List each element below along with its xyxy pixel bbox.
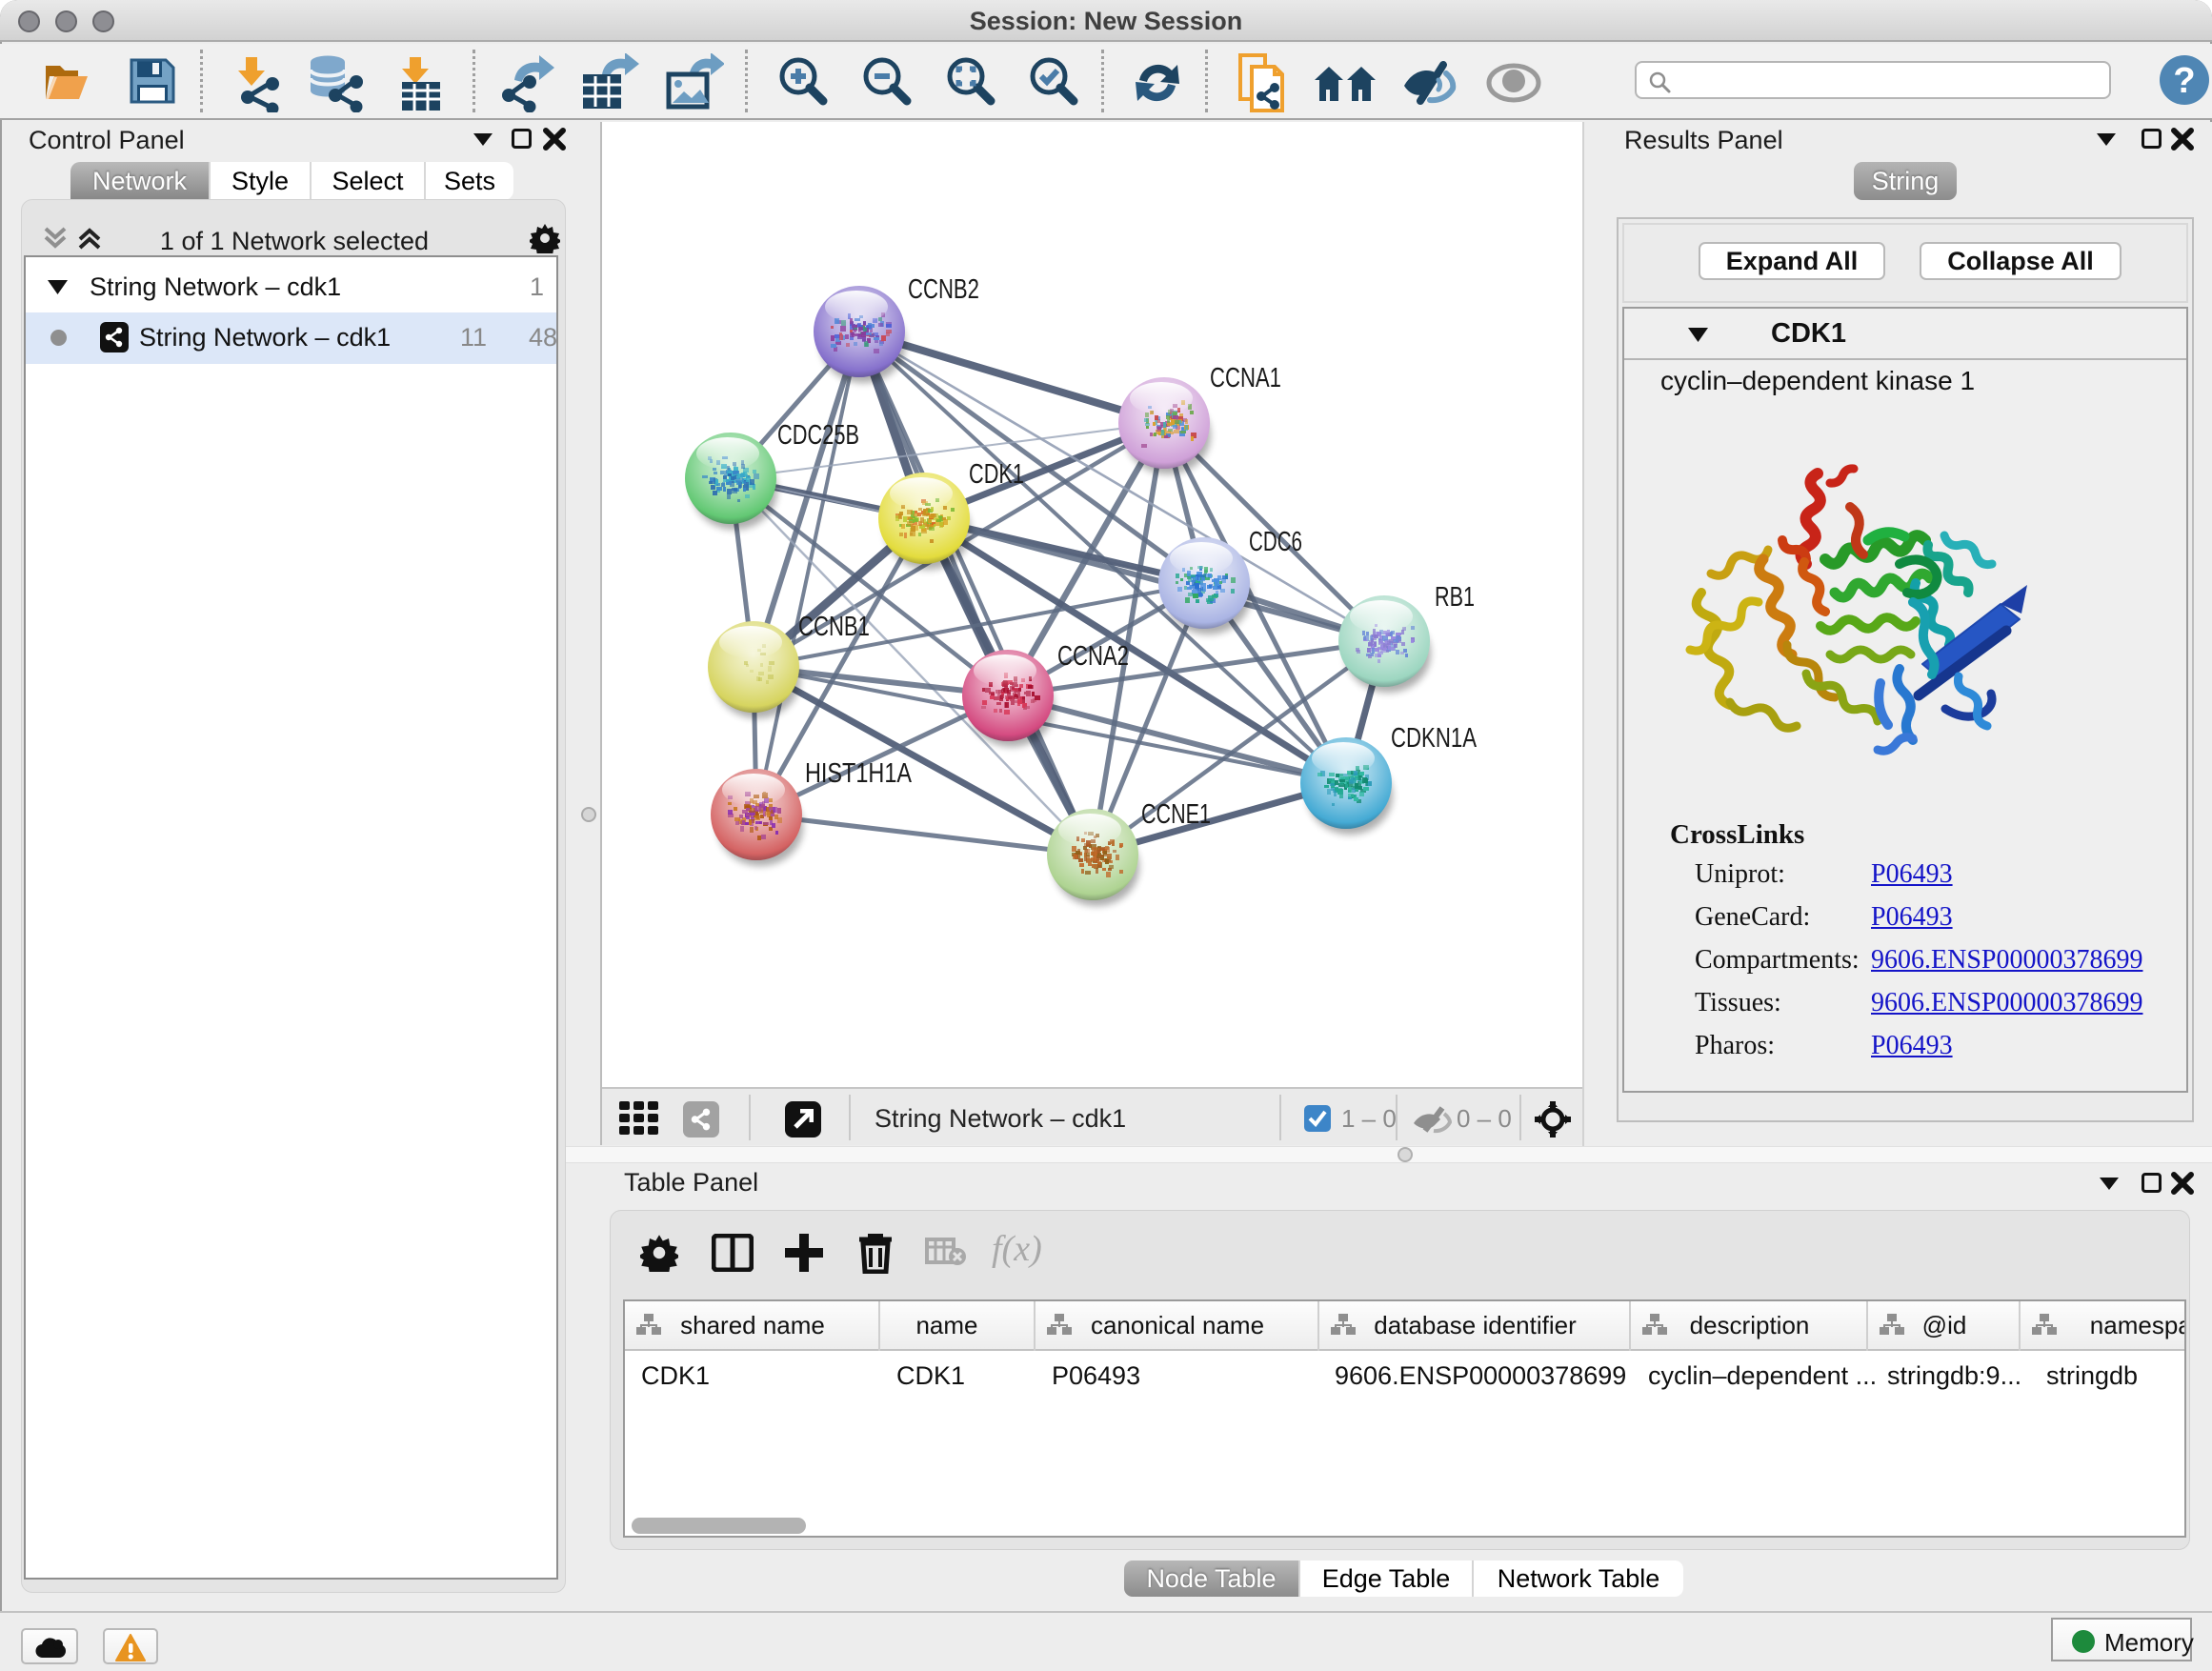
svg-text:CCNA1: CCNA1 [1210,363,1281,393]
svg-text:CCNB2: CCNB2 [908,274,979,305]
svg-text:HIST1H1A: HIST1H1A [805,758,913,789]
svg-text:CDC6: CDC6 [1249,527,1302,557]
svg-text:CCNA2: CCNA2 [1057,641,1129,672]
svg-text:?: ? [2173,61,2195,101]
svg-text:CCNE1: CCNE1 [1141,799,1211,830]
svg-text:CCNB1: CCNB1 [798,612,870,642]
svg-text:CDK1: CDK1 [969,459,1024,490]
svg-text:CDKN1A: CDKN1A [1391,723,1477,754]
svg-text:RB1: RB1 [1435,582,1475,613]
svg-text:CDC25B: CDC25B [777,420,859,451]
